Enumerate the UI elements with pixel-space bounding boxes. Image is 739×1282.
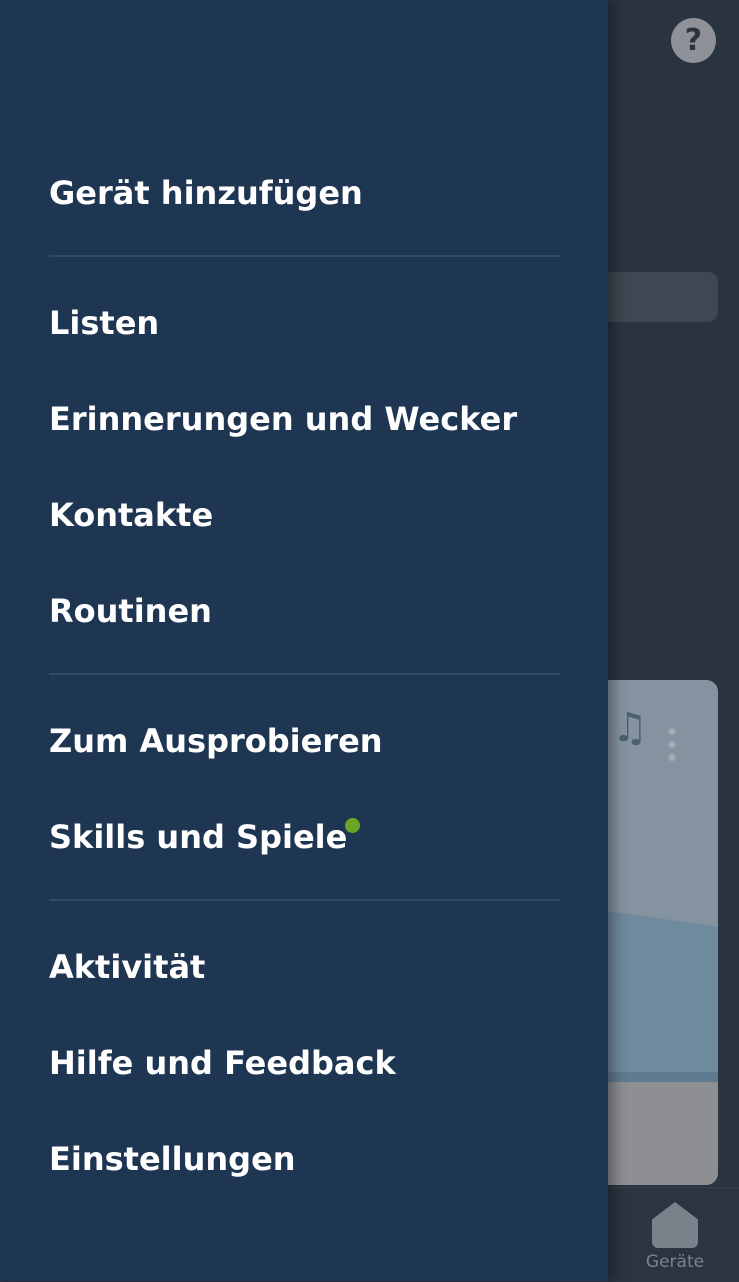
question-mark-icon: ? bbox=[684, 23, 703, 58]
menu-item-skills-games[interactable]: Skills und Spiele bbox=[49, 807, 347, 867]
menu-item-help-feedback[interactable]: Hilfe und Feedback bbox=[49, 1033, 396, 1093]
menu-item-routines[interactable]: Routinen bbox=[49, 581, 212, 641]
menu-item-try-out[interactable]: Zum Ausprobieren bbox=[49, 711, 383, 771]
menu-item-lists[interactable]: Listen bbox=[49, 293, 159, 353]
music-note-icon: ♫ bbox=[612, 705, 648, 751]
menu-item-settings[interactable]: Einstellungen bbox=[49, 1129, 296, 1189]
nav-devices-label[interactable]: Geräte bbox=[640, 1252, 710, 1272]
navigation-drawer: Gerät hinzufügen Listen Erinnerungen und… bbox=[0, 0, 608, 1281]
more-options-icon[interactable] bbox=[668, 725, 676, 763]
menu-item-contacts[interactable]: Kontakte bbox=[49, 485, 213, 545]
menu-divider bbox=[49, 255, 560, 257]
menu-item-activity[interactable]: Aktivität bbox=[49, 937, 205, 997]
help-button[interactable]: ? bbox=[671, 18, 716, 63]
menu-item-add-device[interactable]: Gerät hinzufügen bbox=[49, 163, 363, 223]
devices-icon[interactable] bbox=[652, 1202, 698, 1248]
menu-divider bbox=[49, 673, 560, 675]
menu-item-reminders-alarms[interactable]: Erinnerungen und Wecker bbox=[49, 389, 517, 449]
menu-divider bbox=[49, 899, 560, 901]
new-indicator-dot bbox=[345, 818, 360, 833]
